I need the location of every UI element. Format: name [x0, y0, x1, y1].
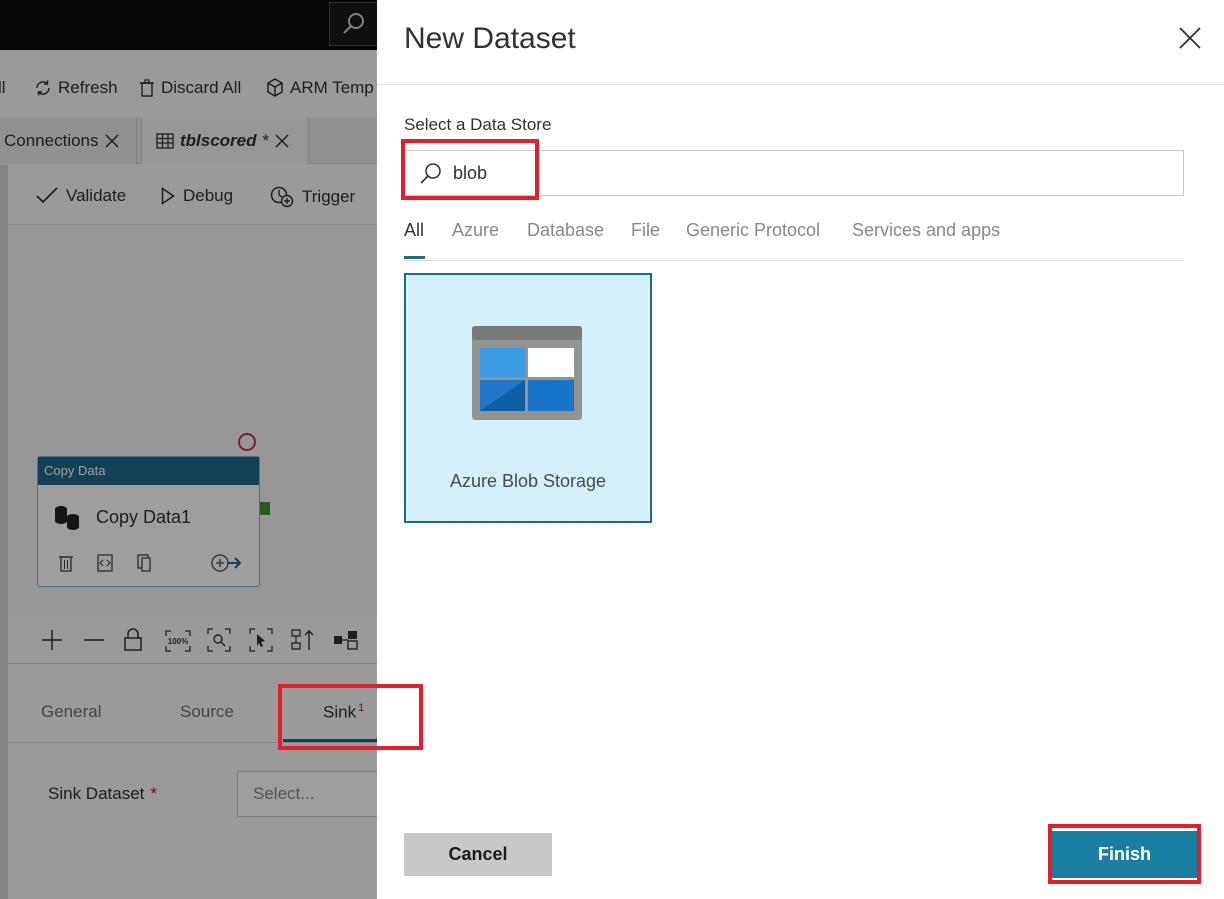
category-tab-services-and-apps[interactable]: Services and apps [852, 220, 1000, 241]
category-tab-all[interactable]: All [404, 220, 424, 241]
panel-title: New Dataset [404, 22, 576, 55]
azure-blob-storage-tile[interactable]: Azure Blob Storage [404, 273, 652, 523]
category-tab-generic-protocol[interactable]: Generic Protocol [686, 220, 820, 241]
close-icon[interactable] [1177, 25, 1203, 51]
category-tab-database[interactable]: Database [527, 220, 604, 241]
modal-overlay[interactable] [0, 0, 377, 899]
category-divider [404, 260, 1184, 261]
search-input[interactable] [453, 151, 1153, 195]
data-store-label: Select a Data Store [404, 115, 552, 134]
sink-tab-highlight-box [278, 684, 423, 750]
category-tab-azure[interactable]: Azure [452, 220, 499, 241]
search-highlight-box [401, 139, 539, 200]
tile-label: Azure Blob Storage [449, 471, 607, 491]
active-category-indicator [404, 256, 425, 259]
new-dataset-panel: New Dataset Select a Data Store All Azur… [377, 0, 1224, 899]
cancel-button[interactable]: Cancel [404, 833, 552, 876]
finish-highlight-box [1048, 824, 1201, 884]
azure-blob-storage-icon [472, 326, 582, 420]
category-tab-file[interactable]: File [631, 220, 660, 241]
title-divider [377, 84, 1224, 85]
